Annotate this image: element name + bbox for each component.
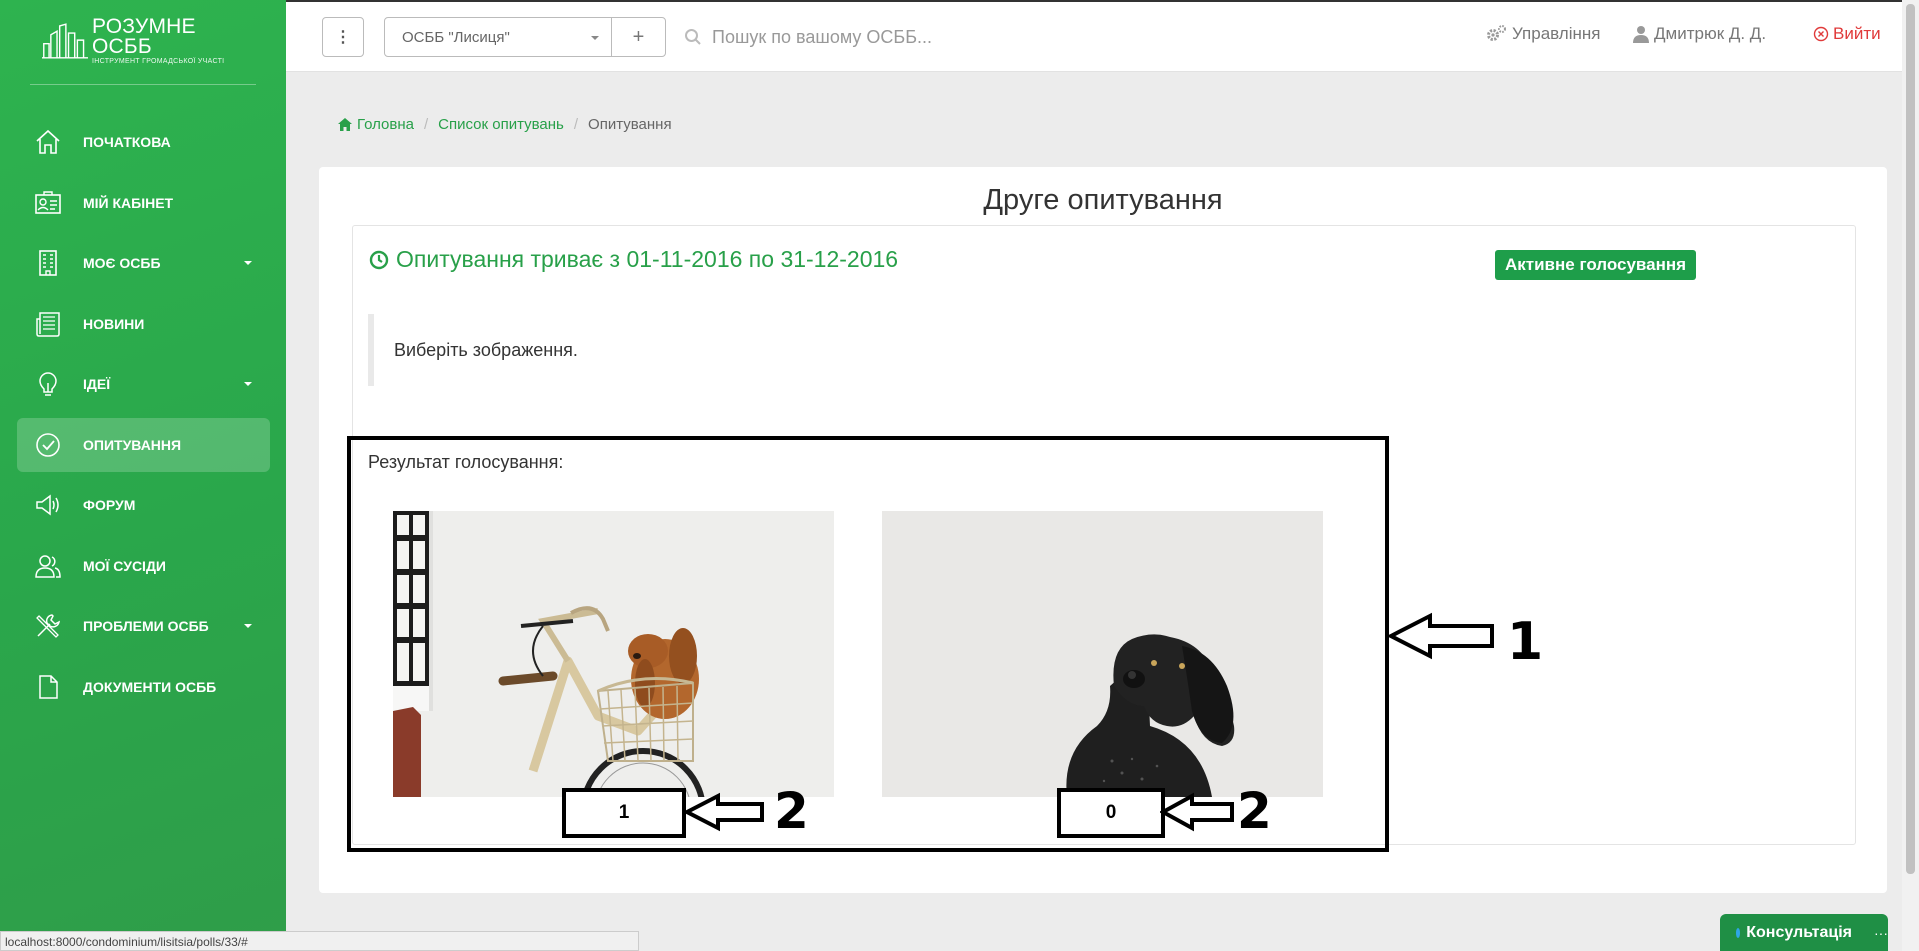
logo-title: РОЗУМНЕ ОСББ xyxy=(91,14,196,58)
check-circle-icon xyxy=(33,430,63,460)
search-icon xyxy=(685,29,701,45)
id-card-icon xyxy=(33,188,63,218)
chevron-down-icon xyxy=(244,382,252,386)
poll-period-text: Опитування триває з 01-11-2016 по 31-12-… xyxy=(396,246,899,272)
status-badge: Активне голосування xyxy=(1495,250,1697,280)
sidebar-item-label: МОЄ ОСББ xyxy=(83,255,161,271)
add-condominium-button[interactable]: + xyxy=(611,17,666,57)
arrow-left-icon xyxy=(684,792,764,832)
sidebar-item-label: МОЇ СУСІДИ xyxy=(83,557,166,574)
sidebar-item-label: МІЙ КАБІНЕТ xyxy=(83,194,174,211)
logo[interactable]: РОЗУМНЕ ОСББ ІНСТРУМЕНТ ГРОМАДСЬКОЇ УЧАС… xyxy=(42,14,242,65)
condominium-select-value: ОСББ "Лисиця" xyxy=(402,28,510,46)
sidebar-divider xyxy=(30,84,256,85)
sidebar-item-label: ДОКУМЕНТИ ОСББ xyxy=(83,678,217,695)
search-bar xyxy=(684,20,1104,54)
home-icon xyxy=(33,127,63,157)
vote-count-1: 1 xyxy=(562,788,686,838)
annotation-number-2: 2 xyxy=(774,782,809,840)
users-icon xyxy=(33,551,63,581)
scrollbar-thumb[interactable] xyxy=(1906,4,1915,874)
sidebar: РОЗУМНЕ ОСББ ІНСТРУМЕНТ ГРОМАДСЬКОЇ УЧАС… xyxy=(0,0,286,951)
newspaper-icon xyxy=(33,309,63,339)
breadcrumb: Головна / Список опитувань / Опитування xyxy=(338,116,672,133)
sidebar-nav: ПОЧАТКОВА МІЙ КАБІНЕТ МОЄ ОСББ НОВИНИ ІД… xyxy=(17,115,270,720)
status-bar-url: localhost:8000/condominium/lisitsia/poll… xyxy=(0,931,639,951)
buildings-logo-icon xyxy=(42,23,88,59)
chevron-down-icon xyxy=(244,261,252,265)
sidebar-item-neighbors[interactable]: МОЇ СУСІДИ xyxy=(17,539,270,593)
user-profile-link[interactable]: Дмитрюк Д. Д. xyxy=(1633,24,1766,44)
search-input[interactable] xyxy=(712,26,1092,48)
gears-icon xyxy=(1487,25,1506,41)
management-label: Управління xyxy=(1512,24,1601,43)
management-link[interactable]: Управління xyxy=(1485,24,1600,44)
online-status-icon xyxy=(1736,927,1741,938)
arrow-left-icon xyxy=(1388,612,1494,660)
sidebar-item-label: ПРОБЛЕМИ ОСББ xyxy=(83,618,209,634)
more-menu-button[interactable]: ⋮ xyxy=(322,17,364,57)
home-icon xyxy=(338,118,352,131)
sidebar-item-polls[interactable]: ОПИТУВАННЯ xyxy=(17,417,270,472)
poll-question-text: Виберіть зображення. xyxy=(394,339,578,360)
logo-subtitle: ІНСТРУМЕНТ ГРОМАДСЬКОЇ УЧАСТІ xyxy=(91,57,225,65)
condominium-select[interactable]: ОСББ "Лисиця" xyxy=(384,17,612,57)
topbar: ⋮ ОСББ "Лисиця" + Управління Дмитрюк Д. … xyxy=(286,0,1919,72)
sidebar-item-cabinet[interactable]: МІЙ КАБІНЕТ xyxy=(17,176,270,230)
breadcrumb-home-link[interactable]: Головна xyxy=(357,116,414,133)
user-name: Дмитрюк Д. Д. xyxy=(1654,24,1767,43)
sidebar-item-label: ПОЧАТКОВА xyxy=(83,134,171,150)
logout-link[interactable]: Вийти xyxy=(1813,24,1881,44)
breadcrumb-separator: / xyxy=(573,116,579,133)
sidebar-item-label: ІДЕЇ xyxy=(83,376,111,392)
sidebar-item-ideas[interactable]: ІДЕЇ xyxy=(17,357,270,411)
sidebar-item-label: ОПИТУВАННЯ xyxy=(83,436,182,453)
poll-title: Друге опитування xyxy=(983,184,1223,216)
arrow-left-icon xyxy=(1160,792,1234,832)
more-icon[interactable]: ··· xyxy=(1874,925,1888,941)
tools-icon xyxy=(33,611,63,641)
breadcrumb-separator: / xyxy=(424,116,429,133)
poll-period: Опитування триває з 01-11-2016 по 31-12-… xyxy=(369,246,898,273)
sidebar-item-label: ФОРУМ xyxy=(83,497,136,513)
sidebar-item-problems[interactable]: ПРОБЛЕМИ ОСББ xyxy=(17,599,270,653)
sidebar-item-documents[interactable]: ДОКУМЕНТИ ОСББ xyxy=(17,660,270,714)
sidebar-item-label: НОВИНИ xyxy=(83,315,145,332)
breadcrumb-current: Опитування xyxy=(588,116,672,133)
sidebar-item-news[interactable]: НОВИНИ xyxy=(17,297,270,351)
vote-count-2: 0 xyxy=(1057,788,1165,838)
megaphone-icon xyxy=(33,490,63,520)
user-icon xyxy=(1633,26,1649,43)
consultation-label: Консультація xyxy=(1746,923,1852,941)
lightbulb-icon xyxy=(33,369,63,399)
chevron-down-icon xyxy=(244,624,252,628)
annotation-number-1: 1 xyxy=(1507,612,1544,672)
annotation-number-2: 2 xyxy=(1237,782,1272,840)
results-annotation-box xyxy=(347,436,1389,852)
scrollbar[interactable] xyxy=(1902,0,1919,951)
building-icon xyxy=(33,248,63,278)
sidebar-item-forum[interactable]: ФОРУМ xyxy=(17,478,270,532)
logout-label: Вийти xyxy=(1833,24,1881,43)
logout-icon xyxy=(1813,26,1829,42)
poll-question: Виберіть зображення. xyxy=(368,314,578,386)
document-icon xyxy=(33,672,63,702)
sidebar-item-home[interactable]: ПОЧАТКОВА xyxy=(17,115,270,169)
chevron-down-icon xyxy=(591,36,599,40)
sidebar-item-my-condominium[interactable]: МОЄ ОСББ xyxy=(17,236,270,290)
clock-icon xyxy=(369,250,389,269)
consultation-widget[interactable]: Консультація ··· xyxy=(1720,914,1888,951)
breadcrumb-polls-link[interactable]: Список опитувань xyxy=(438,116,564,133)
